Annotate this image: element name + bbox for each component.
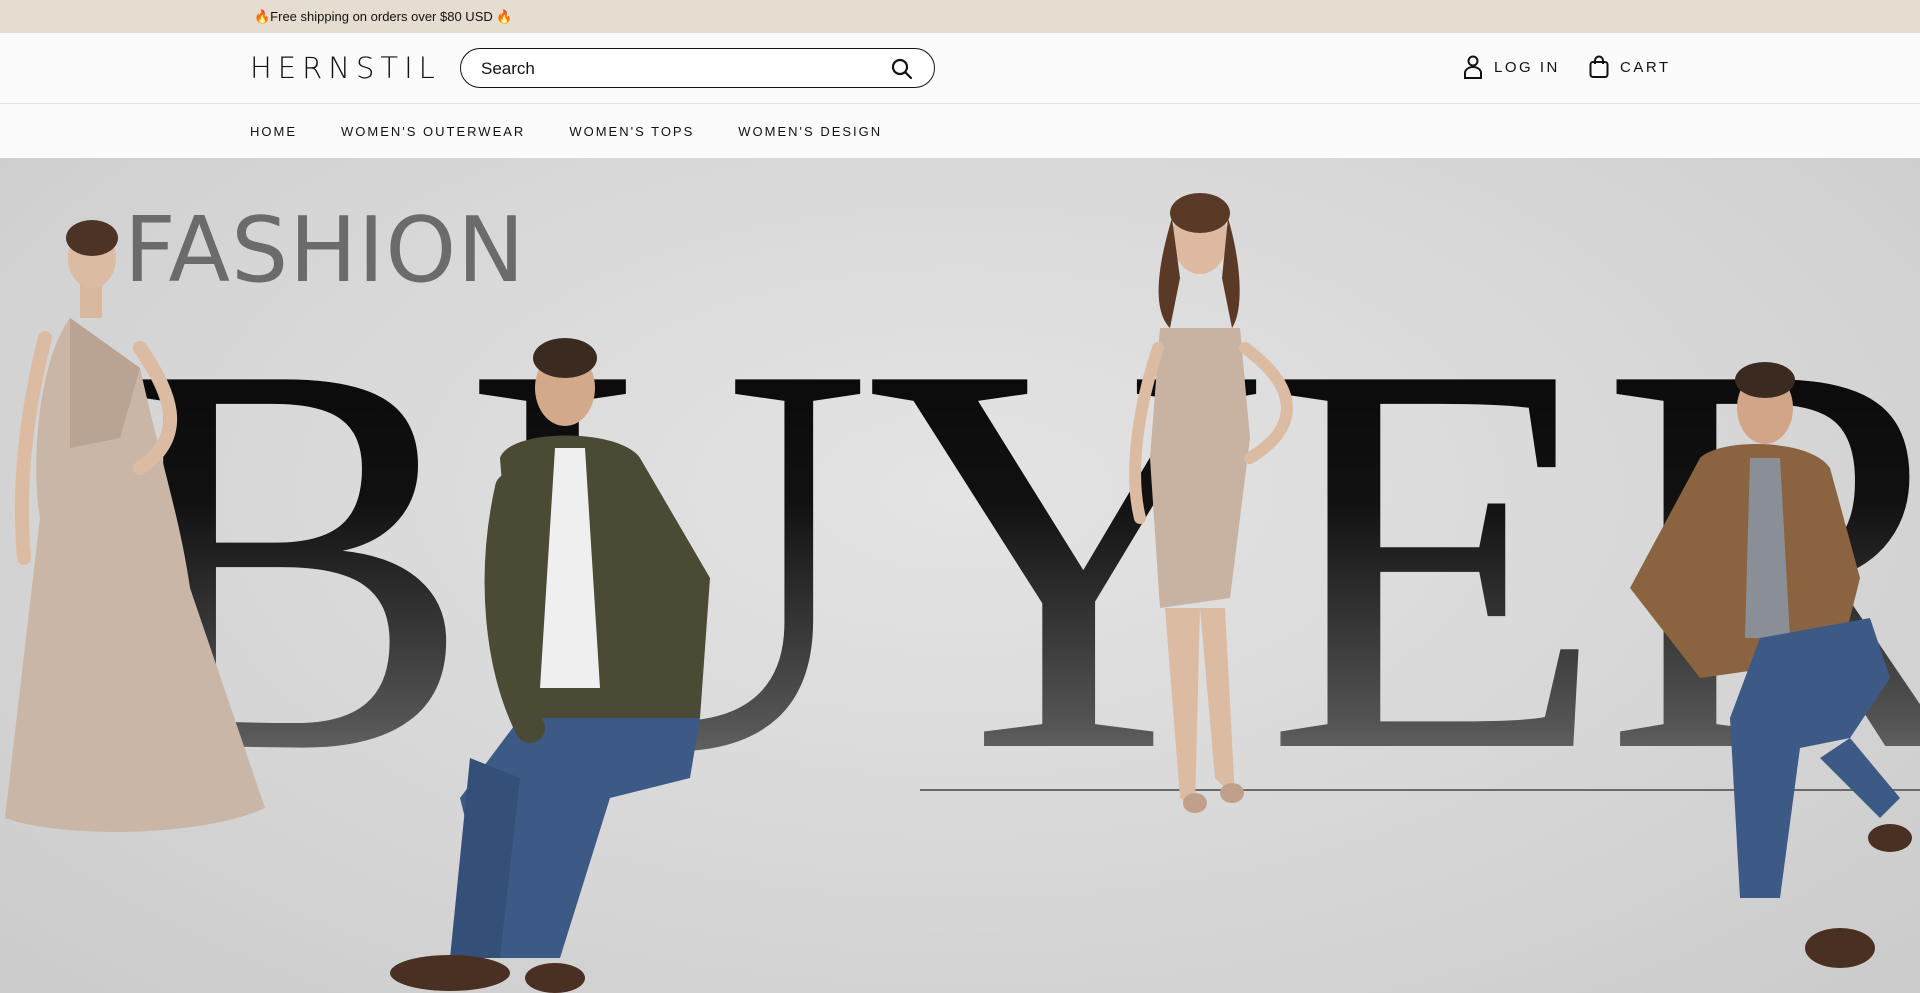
model-woman-dress — [1129, 193, 1293, 813]
login-label: LOG IN — [1494, 58, 1560, 76]
cart-label: CART — [1620, 58, 1671, 76]
hero-models-image — [5, 193, 1920, 993]
nav-item-home[interactable]: HOME — [250, 124, 297, 139]
nav-item-womens-tops[interactable]: WOMEN'S TOPS — [569, 124, 694, 139]
cart-link[interactable]: CART — [1588, 53, 1671, 81]
site-header: HERNSTIL LOG IN CART — [0, 33, 1920, 104]
nav-item-womens-design[interactable]: WOMEN'S DESIGN — [738, 124, 882, 139]
announcement-text: 🔥Free shipping on orders over $80 USD 🔥 — [254, 8, 513, 24]
login-link[interactable]: LOG IN — [1462, 53, 1560, 81]
model-man-olive-jacket — [390, 338, 710, 993]
logo[interactable]: HERNSTIL — [250, 51, 441, 85]
bag-icon — [1589, 55, 1609, 78]
model-woman-gown — [5, 220, 265, 832]
main-nav: HOME WOMEN'S OUTERWEAR WOMEN'S TOPS WOME… — [0, 104, 1920, 158]
search-bar[interactable] — [460, 48, 935, 88]
search-input[interactable] — [481, 57, 861, 81]
announcement-bar: 🔥Free shipping on orders over $80 USD 🔥 — [0, 0, 1920, 33]
model-man-brown-jacket — [1630, 362, 1912, 968]
nav-item-womens-outerwear[interactable]: WOMEN'S OUTERWEAR — [341, 124, 525, 139]
user-icon — [1464, 55, 1482, 79]
hero-banner[interactable]: FASHION BUYER — [0, 158, 1920, 993]
search-icon[interactable] — [890, 57, 914, 81]
